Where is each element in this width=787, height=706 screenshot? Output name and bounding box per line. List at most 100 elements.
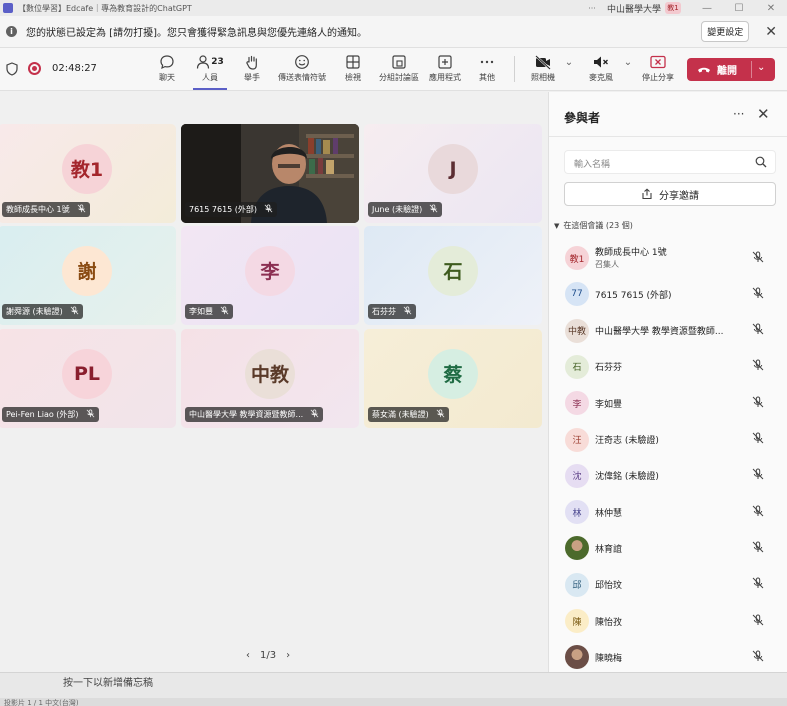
people-count: 23 [211, 57, 224, 67]
participant-video-tile[interactable]: 李李如豐 [181, 226, 359, 325]
more-actions-button[interactable]: 其他 [477, 52, 497, 86]
stop-sharing-button[interactable]: 停止分享 [640, 52, 676, 86]
participant-video-tile[interactable]: PL Pei-Fen Liao (外部) [0, 329, 176, 428]
participant-avatar: PL [62, 348, 112, 399]
apps-button[interactable]: 應用程式 [427, 52, 463, 86]
dnd-notification-banner: i 您的狀態已設定為 [請勿打擾]。您只會獲得緊急訊息與您優先連絡人的通知。 變… [0, 16, 787, 48]
mic-muted-icon [70, 306, 79, 317]
chevron-right-icon[interactable]: › [286, 650, 290, 661]
camera-button[interactable]: 照相機 [529, 52, 557, 86]
participant-avatar: 林 [565, 500, 589, 525]
participant-row[interactable]: 陳陳怡孜 [549, 603, 787, 639]
participant-row[interactable]: 邱邱怡玟 [549, 567, 787, 603]
search-icon [755, 156, 767, 168]
view-button[interactable]: 檢視 [342, 52, 364, 86]
participant-name-tag: 中山醫學大學 教學資源暨教師... [185, 407, 324, 422]
leave-label: 離開 [717, 66, 737, 77]
recording-icon[interactable] [28, 62, 41, 75]
participant-name: 林育誼 [595, 544, 623, 555]
chat-label: 聊天 [159, 73, 175, 82]
mic-muted-icon [264, 204, 273, 215]
participant-avatar: 謝 [62, 245, 112, 296]
participant-name-tag: Pei-Fen Liao (外部) [2, 407, 99, 422]
camera-options-chevron[interactable]: ⌄ [563, 52, 575, 86]
video-gallery: 教1 教師成長中心 1號 7615 7615 (外部) J June (未驗證) 謝謝舜源… [0, 92, 547, 672]
participant-name: 陳怡孜 [595, 617, 623, 628]
share-invite-label: 分享邀請 [659, 190, 699, 202]
panel-title: 參與者 [564, 111, 601, 125]
people-button[interactable]: 23 人員 [193, 52, 227, 90]
participant-name: June (未驗證) [372, 205, 423, 214]
mic-muted-icon [752, 432, 764, 447]
participant-avatar: 石 [428, 245, 478, 296]
participant-video-tile[interactable]: J June (未驗證) [364, 124, 542, 223]
participant-name: 謝舜源 (未驗證) [6, 307, 63, 316]
participant-name: 教師成長中心 1號 [595, 248, 667, 258]
speaker-notes-bar: 按一下以新增備忘稿 投影片 1 / 1 中文(台灣) [0, 672, 787, 706]
participant-search-input[interactable]: 輸入名稱 [564, 150, 776, 174]
participant-name: 教師成長中心 1號 [6, 205, 70, 214]
mic-muted-icon [752, 577, 764, 592]
in-meeting-section[interactable]: ▼ 在這個會議 (23 個) [554, 220, 633, 231]
participant-video-tile[interactable]: 謝謝舜源 (未驗證) [0, 226, 176, 325]
account-avatar[interactable]: 教1 [665, 2, 681, 14]
org-name[interactable]: 中山醫學大學 [607, 2, 661, 15]
breakout-rooms-button[interactable]: 分組討論區 [377, 52, 421, 86]
share-invite-button[interactable]: 分享邀請 [564, 182, 776, 206]
dismiss-banner-button[interactable]: ✕ [765, 24, 777, 40]
notification-message: 您的狀態已設定為 [請勿打擾]。您只會獲得緊急訊息與您優先連絡人的通知。 [26, 28, 367, 39]
minimize-button[interactable]: — [691, 3, 723, 14]
participant-name: 沈偉銘 (未驗證) [595, 472, 659, 483]
participant-row[interactable]: 林林仲慧 [549, 494, 787, 530]
participant-avatar: 蔡 [428, 348, 478, 399]
mic-muted-icon [429, 204, 438, 215]
participant-video-tile[interactable]: 7615 7615 (外部) [181, 124, 359, 223]
reactions-button[interactable]: 傳送表情符號 [276, 52, 328, 86]
speaker-mute-icon [594, 56, 608, 68]
participant-video-tile[interactable]: 蔡蔡女滿 (未驗證) [364, 329, 542, 428]
change-settings-button[interactable]: 變更設定 [701, 21, 750, 42]
participant-row[interactable]: 77 7615 7615 (外部) [549, 276, 787, 312]
participant-row[interactable]: 汪汪奇志 (未驗證) [549, 422, 787, 458]
page-indicator: 1/3 [260, 650, 277, 661]
apps-label: 應用程式 [429, 73, 461, 82]
camera-off-icon [535, 55, 551, 70]
chevron-down-icon[interactable]: ⌄ [757, 62, 765, 73]
status-bar: 投影片 1 / 1 中文(台灣) [0, 698, 787, 706]
participant-name: 7615 7615 (外部) [189, 205, 258, 214]
participant-row[interactable]: 李李如豐 [549, 385, 787, 421]
participant-avatar: 中教 [565, 318, 589, 343]
collapse-triangle-icon: ▼ [554, 221, 560, 230]
participant-name: 汪奇志 (未驗證) [595, 436, 659, 446]
participant-row[interactable]: 林育誼 [549, 530, 787, 566]
window-close-button[interactable]: ✕ [755, 3, 787, 14]
panel-more-button[interactable]: ··· [733, 107, 744, 121]
maximize-button[interactable]: ☐ [723, 3, 755, 14]
leave-button[interactable]: 離開 ⌄ [687, 58, 775, 81]
participant-row[interactable]: 沈沈偉銘 (未驗證) [549, 458, 787, 494]
chevron-down-icon: ⌄ [623, 56, 633, 68]
microphone-button[interactable]: 麥克風 [587, 52, 615, 86]
mic-muted-icon [220, 306, 229, 317]
stop-sharing-label: 停止分享 [642, 73, 674, 82]
participant-row[interactable]: 石石芬芬 [549, 349, 787, 385]
shield-icon[interactable] [6, 62, 18, 76]
mic-muted-icon [77, 204, 86, 215]
participant-video-tile[interactable]: 石石芬芬 [364, 226, 542, 325]
mic-options-chevron[interactable]: ⌄ [622, 52, 634, 86]
participant-row[interactable]: 教1 教師成長中心 1號 召集人 [549, 240, 787, 276]
participant-name: 李如豐 [189, 307, 213, 316]
participant-avatar [565, 645, 589, 670]
chevron-left-icon[interactable]: ‹ [246, 650, 250, 661]
titlebar-more-button[interactable]: ··· [577, 4, 607, 13]
notes-placeholder[interactable]: 按一下以新增備忘稿 [63, 674, 153, 689]
chat-button[interactable]: 聊天 [156, 52, 178, 86]
participant-row[interactable]: 陳曉梅 [549, 639, 787, 672]
participant-video-tile[interactable]: 教1 教師成長中心 1號 [0, 124, 176, 223]
participant-row[interactable]: 中教 中山醫學大學 教學資源暨教師... [549, 313, 787, 349]
grid-view-icon [346, 55, 360, 69]
participant-name: 陳曉梅 [595, 653, 623, 664]
panel-close-button[interactable]: ✕ [757, 105, 770, 123]
raise-hand-button[interactable]: 舉手 [241, 52, 263, 86]
participant-video-tile[interactable]: 中教 中山醫學大學 教學資源暨教師... [181, 329, 359, 428]
